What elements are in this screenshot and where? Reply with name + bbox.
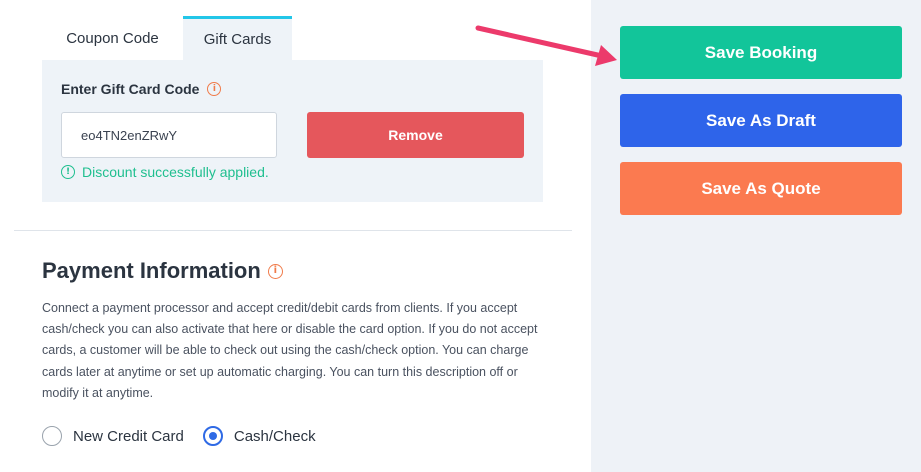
save-as-draft-button[interactable]: Save As Draft xyxy=(620,94,902,147)
gift-card-label: Enter Gift Card Code xyxy=(61,81,200,97)
success-text: Discount successfully applied. xyxy=(82,164,269,180)
payment-description: Connect a payment processor and accept c… xyxy=(42,301,538,400)
radio-label-cash-check: Cash/Check xyxy=(233,427,316,445)
tab-gift-cards[interactable]: Gift Cards xyxy=(183,16,292,60)
payment-method-options: New Credit Card Cash/Check xyxy=(42,426,316,446)
gift-card-label-row: Enter Gift Card Code i xyxy=(61,81,222,97)
tab-coupon-code[interactable]: Coupon Code xyxy=(42,16,183,60)
save-as-quote-button[interactable]: Save As Quote xyxy=(620,162,902,215)
success-circle-icon: ! xyxy=(61,165,75,179)
radio-new-credit-card[interactable] xyxy=(42,426,62,446)
discount-tabs: Coupon Code Gift Cards xyxy=(42,16,292,60)
payment-title-text: Payment Information xyxy=(42,258,261,283)
radio-option-cash-check[interactable]: Cash/Check xyxy=(202,426,316,446)
radio-option-new-credit-card[interactable]: New Credit Card xyxy=(42,426,184,446)
info-icon[interactable]: i xyxy=(207,82,222,96)
booking-form-panel: Coupon Code Gift Cards Enter Gift Card C… xyxy=(0,0,591,472)
radio-label-new-credit-card: New Credit Card xyxy=(73,427,184,445)
payment-section-title: Payment Information i xyxy=(42,258,283,284)
section-divider xyxy=(14,230,572,231)
gift-card-code-input[interactable] xyxy=(61,112,277,158)
actions-sidebar: Save Booking Save As Draft Save As Quote xyxy=(591,0,921,472)
radio-cash-check[interactable] xyxy=(202,426,223,446)
gift-card-panel: Enter Gift Card Code i Remove ! Discount… xyxy=(42,60,543,202)
info-icon[interactable]: i xyxy=(267,263,283,279)
remove-gift-card-button[interactable]: Remove xyxy=(307,112,524,158)
discount-success-message: ! Discount successfully applied. xyxy=(61,164,269,180)
save-booking-button[interactable]: Save Booking xyxy=(620,26,902,79)
